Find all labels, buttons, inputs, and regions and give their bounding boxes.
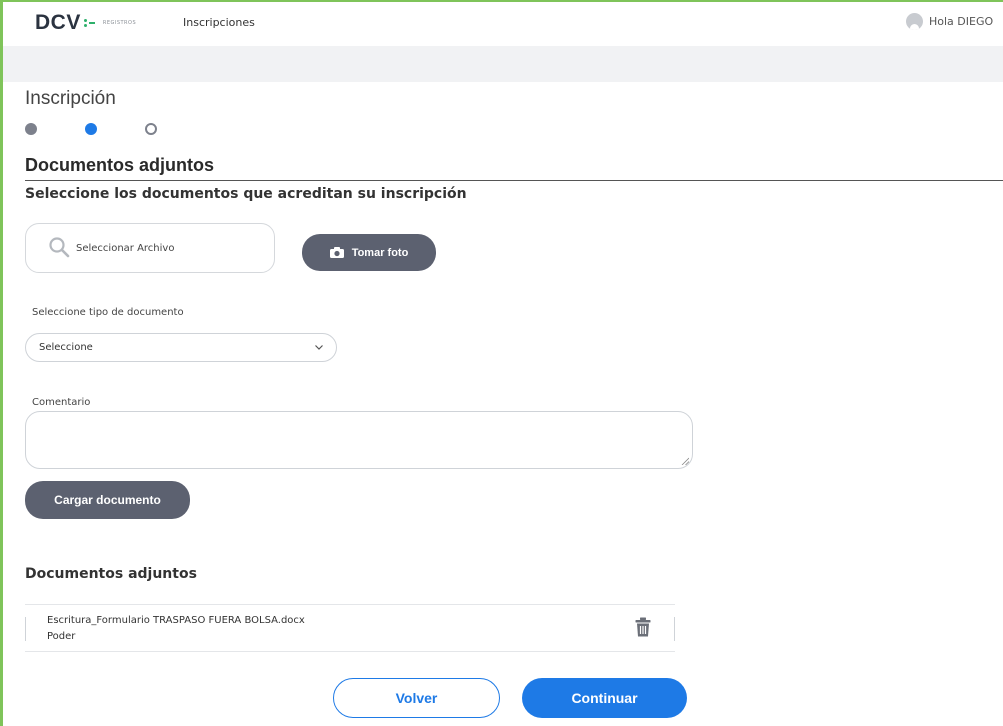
back-button[interactable]: Volver bbox=[333, 678, 500, 718]
row-right-border bbox=[674, 617, 675, 641]
doc-type-selected-value: Seleccione bbox=[39, 342, 93, 353]
search-icon bbox=[49, 237, 70, 258]
logo-dash-icon bbox=[88, 22, 95, 24]
doc-type-select[interactable]: Seleccione bbox=[25, 333, 337, 362]
header-band bbox=[3, 46, 1003, 82]
doc-type-label: Seleccione tipo de documento bbox=[32, 307, 184, 318]
logo-dots-icon bbox=[83, 19, 87, 27]
continue-button[interactable]: Continuar bbox=[522, 678, 687, 718]
top-navbar: DCV REGISTROS Inscripciones Hola DIEGO bbox=[3, 2, 1003, 46]
dcv-logo[interactable]: DCV REGISTROS bbox=[35, 11, 136, 35]
section-instruction: Seleccione los documentos que acreditan … bbox=[25, 186, 467, 202]
logo-subtext: REGISTROS bbox=[102, 20, 137, 26]
attachment-file-name: Escritura_Formulario TRASPASO FUERA BOLS… bbox=[47, 615, 305, 626]
take-photo-label: Tomar foto bbox=[351, 246, 409, 259]
step-indicator-3 bbox=[145, 123, 157, 135]
chevron-down-icon bbox=[315, 345, 323, 350]
comment-textarea[interactable] bbox=[25, 411, 693, 469]
continue-button-label: Continuar bbox=[571, 690, 638, 706]
trash-icon[interactable] bbox=[635, 617, 651, 637]
attachment-doc-type: Poder bbox=[47, 631, 76, 642]
upload-document-button[interactable]: Cargar documento bbox=[25, 481, 190, 519]
logo-text: DCV bbox=[35, 11, 81, 34]
attachments-title: Documentos adjuntos bbox=[25, 566, 197, 582]
frame-border-left bbox=[0, 0, 3, 726]
upload-document-label: Cargar documento bbox=[54, 493, 161, 507]
user-greeting: Hola DIEGO bbox=[929, 15, 994, 28]
page-title: Inscripción bbox=[25, 88, 116, 109]
take-photo-button[interactable]: Tomar foto bbox=[302, 234, 436, 271]
step-indicator-2-active bbox=[85, 123, 97, 135]
comment-label: Comentario bbox=[32, 397, 91, 408]
attachment-row: Escritura_Formulario TRASPASO FUERA BOLS… bbox=[25, 604, 675, 652]
file-select-placeholder: Seleccionar Archivo bbox=[76, 243, 175, 254]
file-select-input[interactable]: Seleccionar Archivo bbox=[25, 223, 275, 273]
camera-icon bbox=[329, 247, 344, 258]
nav-link-inscripciones[interactable]: Inscripciones bbox=[183, 16, 255, 29]
user-avatar-icon bbox=[906, 13, 923, 30]
back-button-label: Volver bbox=[395, 690, 438, 706]
user-menu[interactable]: Hola DIEGO bbox=[906, 13, 993, 30]
step-indicator-1 bbox=[25, 123, 37, 135]
section-title: Documentos adjuntos bbox=[25, 155, 215, 175]
resize-grip-icon[interactable] bbox=[681, 457, 689, 465]
row-left-border bbox=[25, 617, 26, 641]
section-divider bbox=[25, 180, 1003, 181]
